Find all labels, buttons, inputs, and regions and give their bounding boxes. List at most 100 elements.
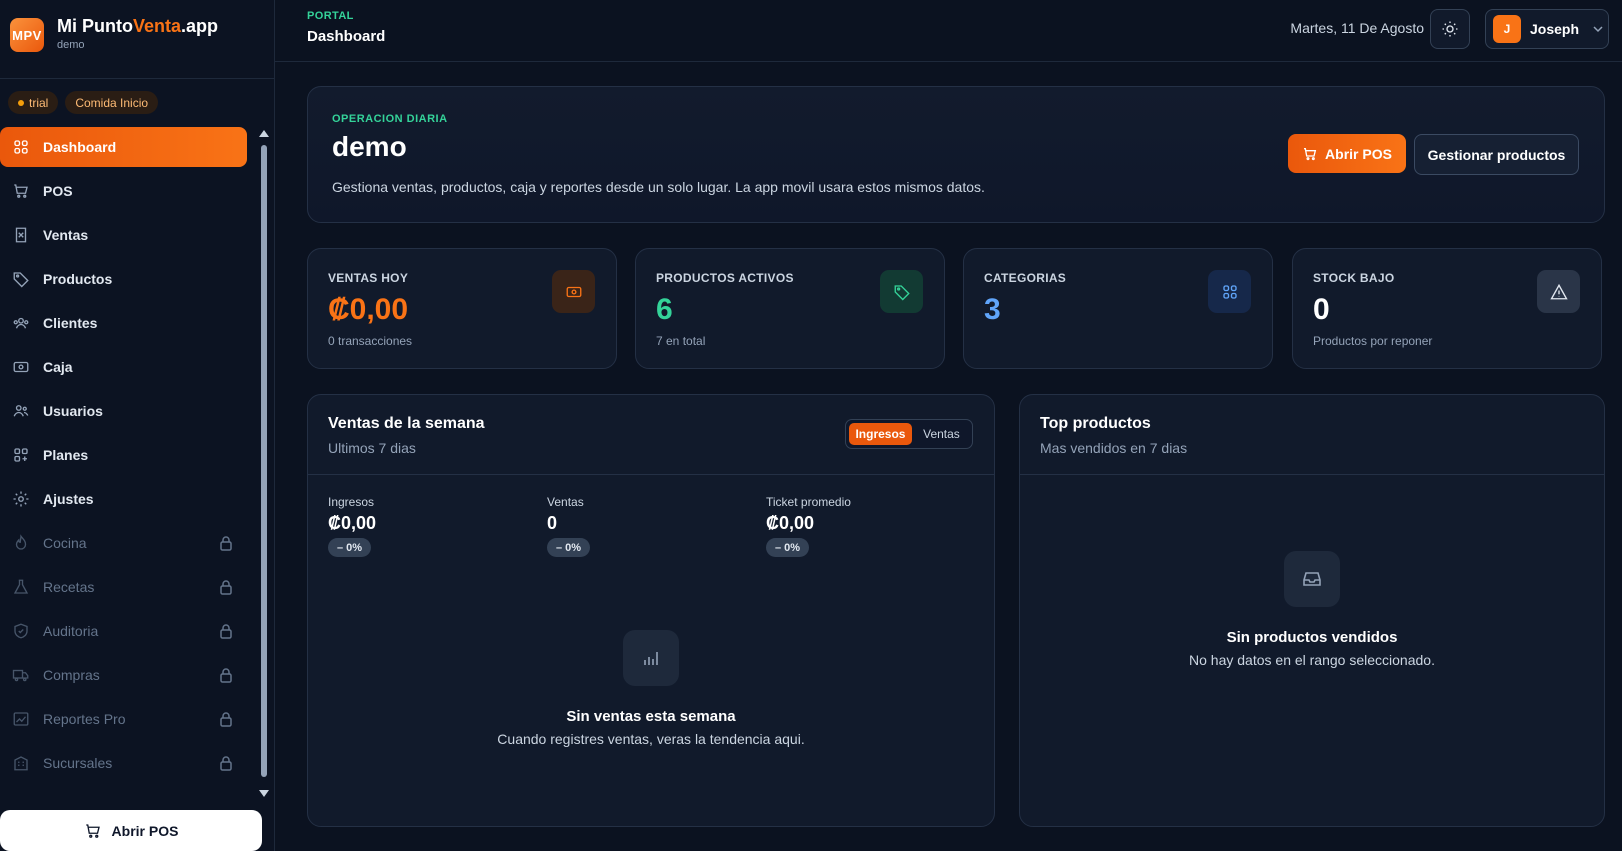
panel-subtitle: Ultimos 7 dias (328, 440, 416, 456)
top-products-panel: Top productos Mas vendidos en 7 dias Sin… (1019, 394, 1605, 827)
scroll-down-icon[interactable] (259, 790, 269, 797)
open-pos-button[interactable]: Abrir POS (1288, 134, 1406, 173)
sidebar-item-reportes-pro[interactable]: Reportes Pro (0, 699, 247, 739)
shield-icon (14, 623, 28, 639)
sidebar-item-ventas[interactable]: Ventas (0, 215, 247, 255)
sidebar-item-label: POS (43, 183, 73, 199)
scroll-thumb[interactable] (261, 145, 267, 777)
button-label: Abrir POS (1325, 145, 1392, 162)
stat-card-active-products: PRODUCTOS ACTIVOS 6 7 en total (635, 248, 945, 369)
theme-toggle-button[interactable] (1430, 9, 1470, 49)
gear-icon (13, 491, 29, 507)
metric-ingresos: Ingresos ₡0,00 –0% (328, 495, 376, 557)
status-dot-icon (18, 99, 24, 106)
weekly-sales-panel: Ventas de la semana Ultimos 7 dias Ingre… (307, 394, 995, 827)
empty-description: No hay datos en el rango seleccionado. (1189, 652, 1435, 668)
sidebar-item-label: Recetas (43, 579, 95, 595)
sidebar-item-auditoria[interactable]: Auditoria (0, 611, 247, 651)
sidebar-item-cocina[interactable]: Cocina (0, 523, 247, 563)
truck-icon (12, 669, 29, 682)
section-tag: OPERACION DIARIA (332, 113, 448, 125)
alert-icon (1537, 270, 1580, 313)
stat-value: 6 (656, 293, 673, 326)
divider (308, 474, 994, 475)
toggle-ingresos[interactable]: Ingresos (849, 423, 912, 445)
lock-icon (220, 712, 232, 727)
chart-icon (13, 712, 29, 726)
metric-label: Ingresos (328, 495, 375, 509)
stat-card-low-stock: STOCK BAJO 0 Productos por reponer (1292, 248, 1602, 369)
chevron-down-icon (1593, 26, 1603, 33)
user-menu-button[interactable]: J Joseph (1485, 9, 1609, 49)
stat-label: STOCK BAJO (1313, 271, 1395, 285)
sidebar-item-pos[interactable]: POS (0, 171, 247, 211)
sidebar-item-recetas[interactable]: Recetas (0, 567, 247, 607)
sidebar-item-productos[interactable]: Productos (0, 259, 247, 299)
tag-icon (880, 270, 923, 313)
sidebar-item-usuarios[interactable]: Usuarios (0, 391, 247, 431)
metric-label: Ventas (547, 495, 584, 509)
stat-subtext: 0 transacciones (328, 334, 413, 348)
dash-icon: – (556, 541, 563, 554)
stat-value: ₡0,00 (328, 293, 409, 326)
stat-value: 0 (1313, 293, 1330, 326)
stat-label: VENTAS HOY (328, 271, 409, 285)
divider (1020, 474, 1604, 475)
manage-products-button[interactable]: Gestionar productos (1414, 134, 1579, 175)
sidebar-item-dashboard[interactable]: Dashboard (0, 127, 247, 167)
sidebar-item-clientes[interactable]: Clientes (0, 303, 247, 343)
cart-icon (85, 823, 100, 838)
sidebar-item-planes[interactable]: Planes (0, 435, 247, 475)
sidebar-item-label: Ajustes (43, 491, 94, 507)
grid-icon (1208, 270, 1251, 313)
inbox-icon (1284, 551, 1340, 607)
sidebar-item-caja[interactable]: Caja (0, 347, 247, 387)
current-date: Martes, 11 De Agosto (1290, 20, 1424, 36)
sun-icon (1442, 21, 1458, 37)
panel-title: Ventas de la semana (328, 415, 485, 432)
metric-value: ₡0,00 (766, 513, 815, 533)
dash-icon: – (337, 541, 344, 554)
divider (0, 78, 274, 79)
cart-icon (1304, 147, 1317, 160)
store-title: demo (332, 131, 407, 162)
sidebar-item-label: Cocina (43, 535, 87, 551)
stat-subtext: Productos por reponer (1313, 334, 1433, 348)
sidebar-item-ajustes[interactable]: Ajustes (0, 479, 247, 519)
metric-ticket-promedio: Ticket promedio ₡0,00 –0% (766, 495, 851, 557)
brand-subtitle: demo (57, 39, 85, 51)
building-icon (14, 756, 28, 771)
sidebar-item-label: Ventas (43, 227, 89, 243)
sidebar-item-sucursales[interactable]: Sucursales (0, 743, 247, 783)
lock-icon (220, 536, 232, 551)
sidebar-open-pos-button[interactable]: Abrir POS (0, 810, 262, 851)
toggle-ventas[interactable]: Ventas (914, 423, 969, 445)
empty-state: Sin productos vendidos No hay datos en e… (1020, 551, 1604, 668)
sidebar-item-label: Auditoria (43, 623, 99, 639)
brand-logo: MPV (10, 18, 44, 52)
scroll-up-icon[interactable] (259, 130, 269, 137)
user-group-icon (13, 405, 29, 417)
sidebar-item-label: Dashboard (43, 139, 117, 155)
page-title: Dashboard (307, 28, 386, 45)
tag-icon (13, 272, 29, 288)
sidebar-item-label: Usuarios (43, 403, 103, 419)
cart-icon (14, 184, 28, 198)
sidebar-item-label: Planes (43, 447, 89, 463)
sidebar-item-compras[interactable]: Compras (0, 655, 247, 695)
receipt-icon (15, 227, 27, 243)
breadcrumb[interactable]: PORTAL (307, 10, 354, 22)
sidebar-item-label: Clientes (43, 315, 98, 331)
sidebar-item-label: Sucursales (43, 755, 113, 771)
metric-toggle: Ingresos Ventas (845, 419, 973, 449)
daily-operation-card: OPERACION DIARIA demo Gestiona ventas, p… (307, 86, 1605, 223)
lock-icon (220, 624, 232, 639)
stat-label: CATEGORIAS (984, 271, 1067, 285)
stat-value: 3 (984, 293, 1001, 326)
dash-icon: – (775, 541, 782, 554)
brand[interactable]: MPV Mi PuntoVenta.app demo (10, 16, 218, 52)
business-badge[interactable]: Comida Inicio (65, 91, 159, 114)
empty-title: Sin ventas esta semana (566, 708, 736, 725)
sidebar-item-label: Compras (43, 667, 100, 683)
sidebar-scrollbar[interactable] (259, 127, 270, 797)
